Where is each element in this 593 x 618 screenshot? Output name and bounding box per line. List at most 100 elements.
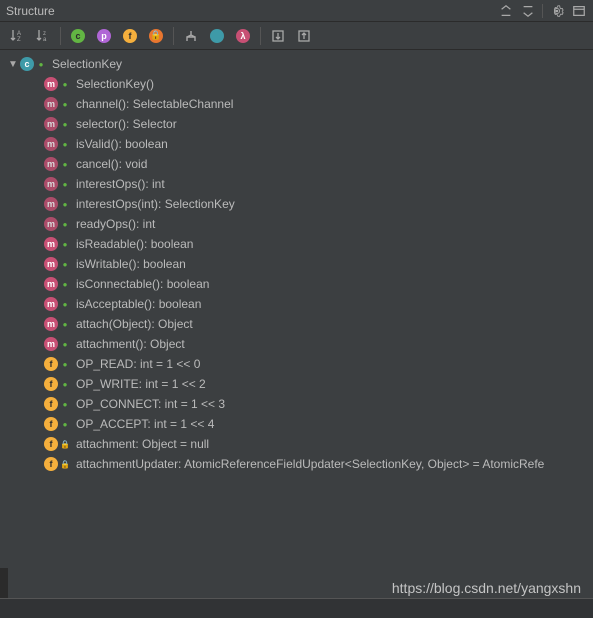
separator [260,27,261,45]
member-icon-stack: f● [44,417,72,431]
tree-row[interactable]: m● isWritable(): boolean [0,254,593,274]
tree-row[interactable]: f● OP_ACCEPT: int = 1 << 4 [0,414,593,434]
tree-row[interactable]: m●attach(Object): Object [0,314,593,334]
tree-row[interactable]: f● OP_WRITE: int = 1 << 2 [0,374,593,394]
member-icon-stack: f● [44,377,72,391]
method-icon: m [44,177,58,191]
public-icon: ● [60,99,70,109]
member-label: attach(Object): Object [76,317,193,331]
method-icon: m [44,297,58,311]
tree-row[interactable]: m● isConnectable(): boolean [0,274,593,294]
autoscroll-to-source-button[interactable] [267,25,289,47]
member-label: OP_CONNECT: int = 1 << 3 [76,397,225,411]
tree-row[interactable]: f● OP_CONNECT: int = 1 << 3 [0,394,593,414]
show-fields-button[interactable]: f [119,25,141,47]
member-icon-stack: m● [44,277,72,291]
tree-row[interactable]: m●attachment(): Object [0,334,593,354]
anon-icon [210,29,224,43]
expand-all-icon[interactable] [498,3,514,19]
public-icon: ● [60,359,70,369]
public-icon: ● [60,379,70,389]
properties-icon: p [97,29,111,43]
member-icon-stack: f🔒 [44,437,72,451]
public-icon: ● [60,239,70,249]
member-label: selector(): Selector [76,117,177,131]
member-label: interestOps(int): SelectionKey [76,197,235,211]
private-icon: 🔒 [60,459,70,469]
method-icon: m [44,117,58,131]
member-label: OP_WRITE: int = 1 << 2 [76,377,206,391]
status-bar [0,598,593,618]
show-anonymous-button[interactable] [206,25,228,47]
structure-tree[interactable]: ▼ c ● SelectionKey m●SelectionKey()m●cha… [0,50,593,598]
member-icon-stack: f● [44,397,72,411]
tree-row[interactable]: m●interestOps(int): SelectionKey [0,194,593,214]
member-icon-stack: m● [44,157,72,171]
member-label: OP_ACCEPT: int = 1 << 4 [76,417,214,431]
method-icon: m [44,77,58,91]
tree-row[interactable]: m●SelectionKey() [0,74,593,94]
tree-row[interactable]: m● isAcceptable(): boolean [0,294,593,314]
collapse-all-icon[interactable] [520,3,536,19]
autoscroll-from-source-button[interactable] [293,25,315,47]
member-icon-stack: m● [44,137,72,151]
tree-row[interactable]: m● isReadable(): boolean [0,234,593,254]
expand-arrow-icon[interactable]: ▼ [8,59,18,70]
public-icon: ● [60,79,70,89]
member-label: isReadable(): boolean [76,237,193,251]
member-label: attachment: Object = null [76,437,209,451]
sort-visibility-button[interactable]: za [32,25,54,47]
member-icon-stack: m● [44,257,72,271]
method-icon: m [44,137,58,151]
class-icon: c [20,57,34,71]
tree-row[interactable]: f🔒attachmentUpdater: AtomicReferenceFiel… [0,454,593,474]
sort-alpha-button[interactable]: AZ [6,25,28,47]
lambda-icon: λ [236,29,250,43]
tree-row[interactable]: m● cancel(): void [0,154,593,174]
member-label: OP_READ: int = 1 << 0 [76,357,200,371]
tree-row[interactable]: m●isValid(): boolean [0,134,593,154]
tree-row[interactable]: f● OP_READ: int = 1 << 0 [0,354,593,374]
show-lambda-button[interactable]: λ [232,25,254,47]
member-label: interestOps(): int [76,177,165,191]
gear-icon[interactable] [549,3,565,19]
member-label: isConnectable(): boolean [76,277,209,291]
method-icon: m [44,257,58,271]
public-icon: ● [60,119,70,129]
show-class-button[interactable]: c [67,25,89,47]
tree-row[interactable]: m●readyOps(): int [0,214,593,234]
member-label: cancel(): void [76,157,147,171]
show-properties-button[interactable]: p [93,25,115,47]
hide-icon[interactable] [571,3,587,19]
method-icon: m [44,277,58,291]
public-icon: ● [60,279,70,289]
member-label: isWritable(): boolean [76,257,186,271]
tree-row[interactable]: m● interestOps(): int [0,174,593,194]
field-icon: f [44,437,58,451]
member-icon-stack: f● [44,357,72,371]
structure-toolbar: AZ za c p f 🔒 λ [0,22,593,50]
tree-row[interactable]: m● selector(): Selector [0,114,593,134]
panel-header: Structure [0,0,593,22]
tree-row[interactable]: m●channel(): SelectableChannel [0,94,593,114]
public-icon: ● [60,299,70,309]
public-icon: ● [60,139,70,149]
public-icon: ● [60,399,70,409]
tree-root-row[interactable]: ▼ c ● SelectionKey [0,54,593,74]
member-icon-stack: m● [44,237,72,251]
method-icon: m [44,317,58,331]
method-icon: m [44,237,58,251]
side-handle[interactable] [0,568,8,600]
member-label: isAcceptable(): boolean [76,297,201,311]
show-nonpublic-button[interactable]: 🔒 [145,25,167,47]
field-icon: f [44,457,58,471]
panel-title: Structure [6,4,55,18]
public-icon: ● [60,159,70,169]
divider [542,4,543,18]
tree-row[interactable]: f🔒 attachment: Object = null [0,434,593,454]
show-inherited-button[interactable] [180,25,202,47]
public-icon: ● [36,59,46,69]
public-icon: ● [60,179,70,189]
public-icon: ● [60,259,70,269]
method-icon: m [44,197,58,211]
